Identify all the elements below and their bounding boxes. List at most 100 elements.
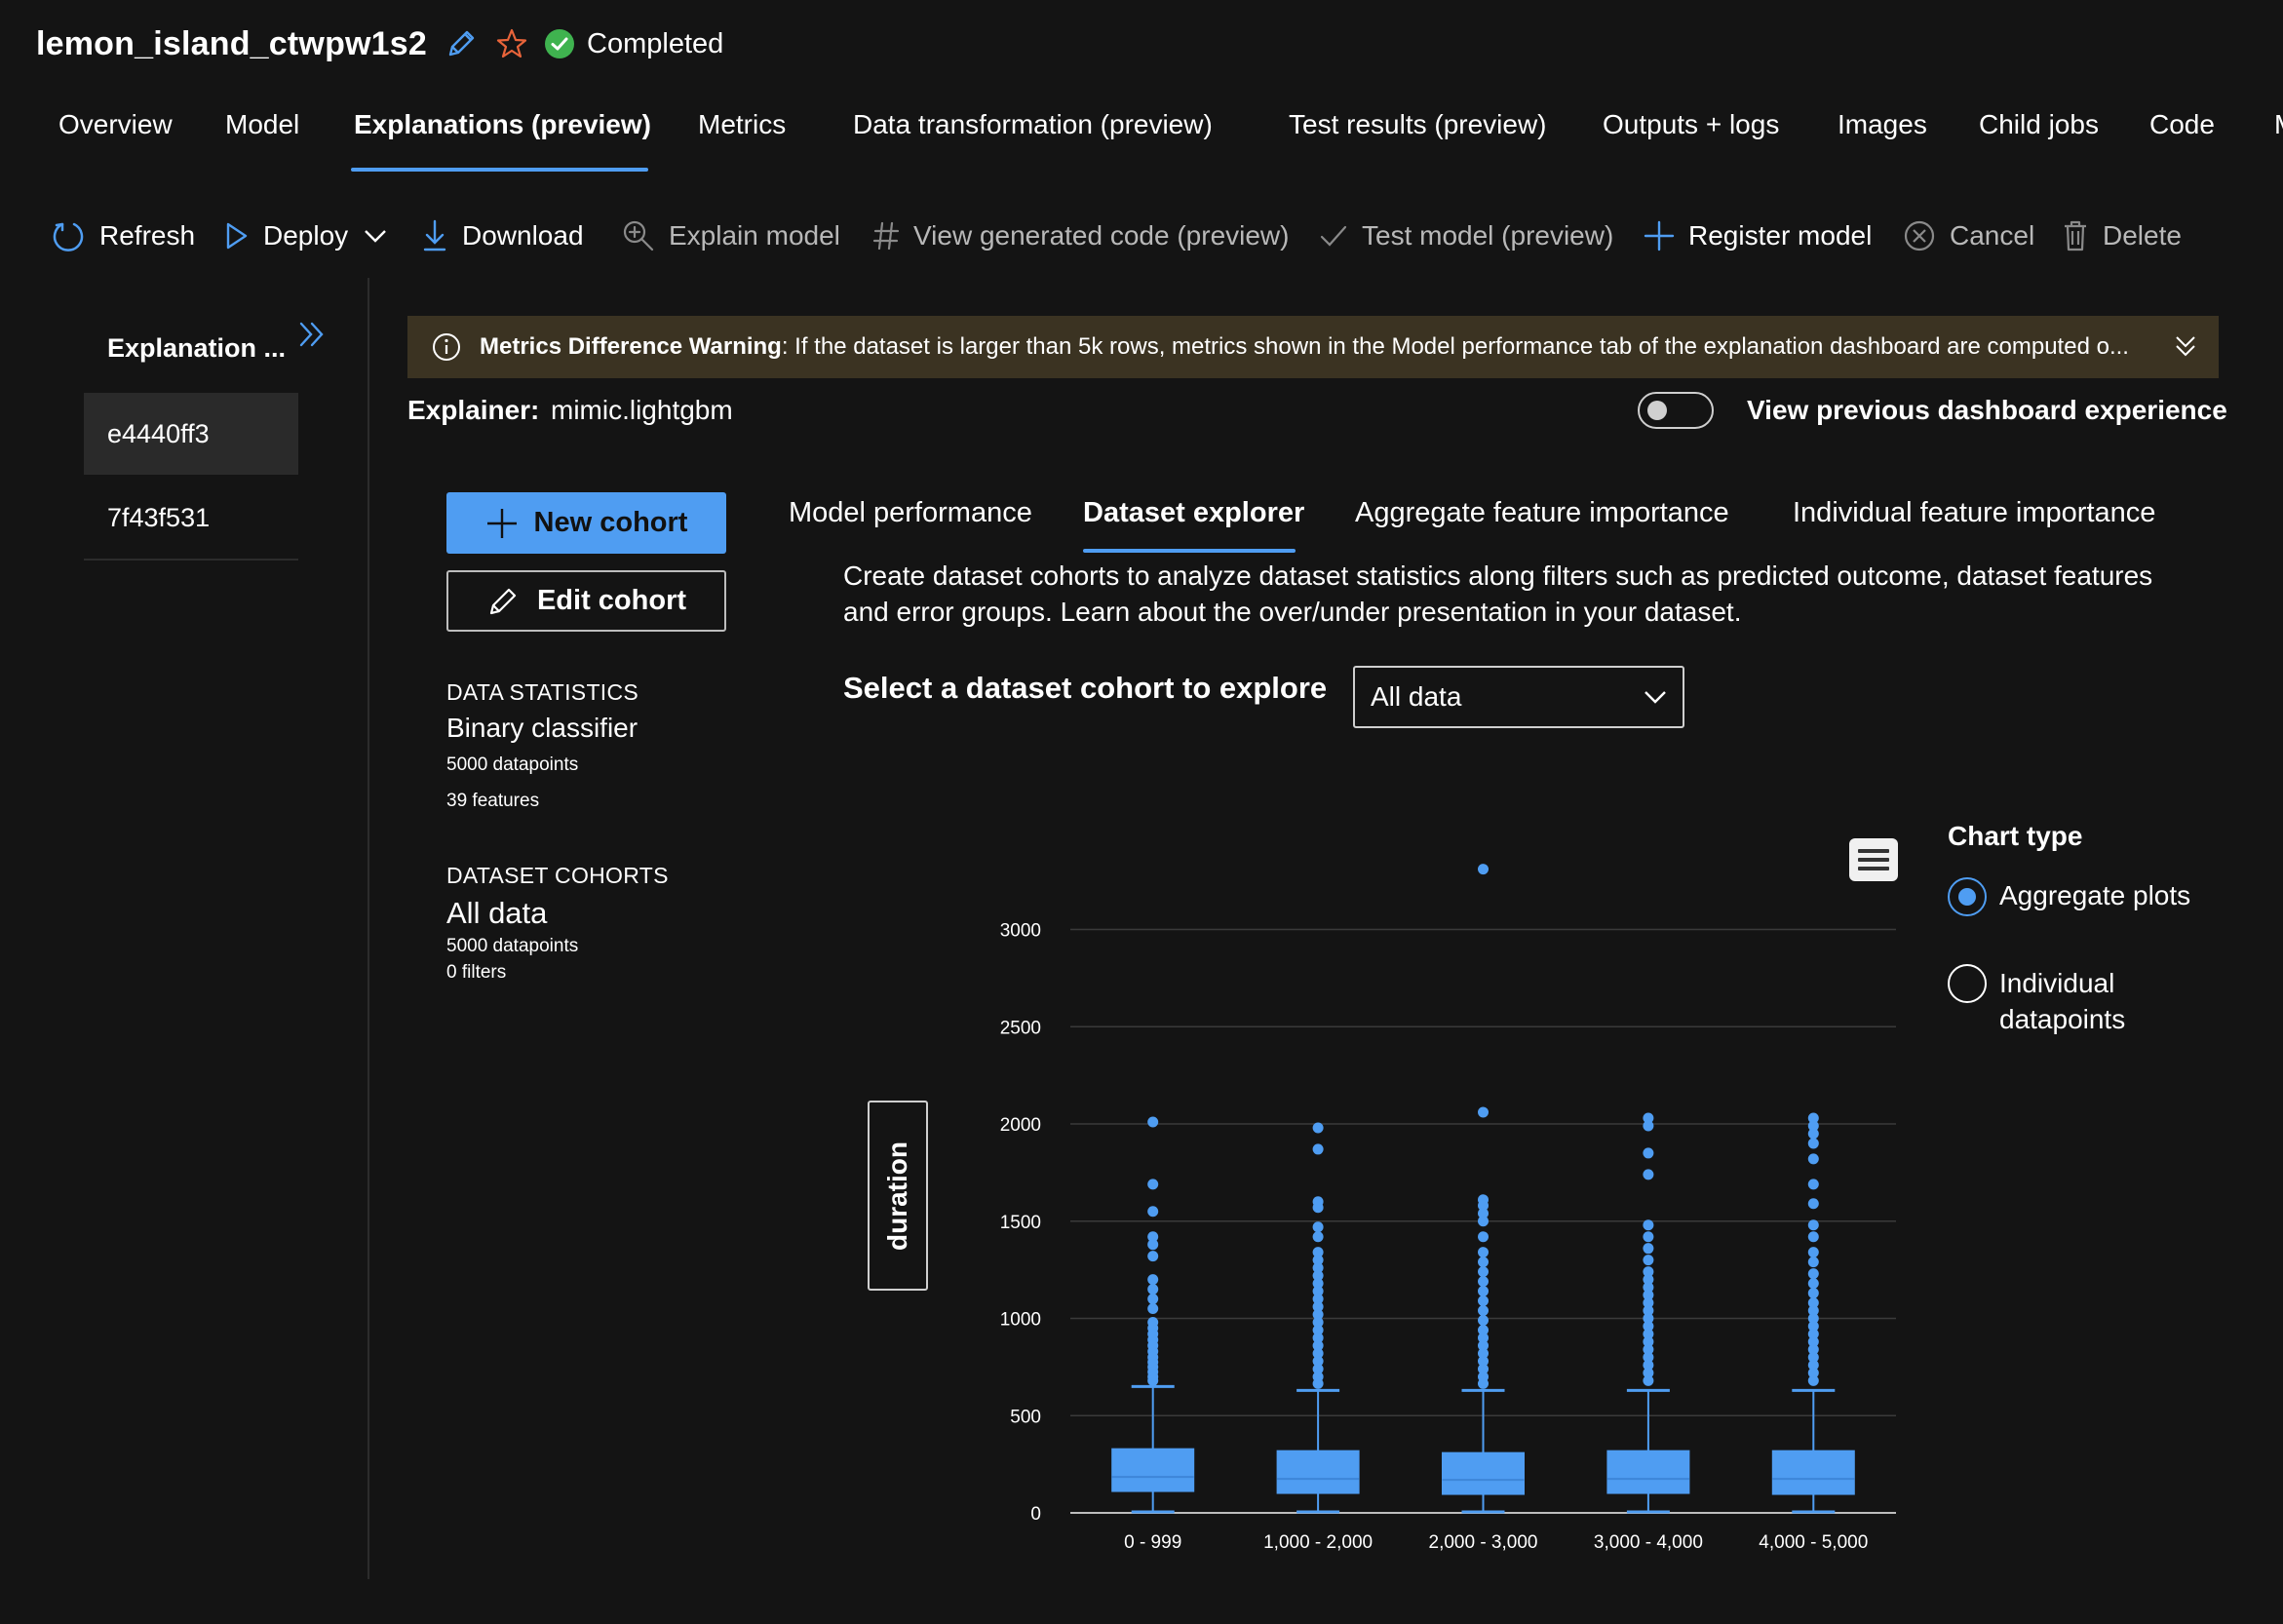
tab-overview[interactable]: Overview	[58, 109, 173, 140]
tab-data-transformation[interactable]: Data transformation (preview)	[853, 109, 1213, 140]
download-label: Download	[462, 220, 584, 251]
tab-model-performance[interactable]: Model performance	[789, 497, 1032, 529]
cohort-dropdown[interactable]: All data	[1353, 666, 1684, 728]
play-icon	[222, 220, 250, 251]
outlier-point	[1643, 1231, 1654, 1243]
active-inner-tab-indicator	[1083, 549, 1296, 553]
view-generated-code-button[interactable]: View generated code (preview)	[872, 214, 1289, 257]
hamburger-menu-icon	[1858, 849, 1889, 853]
chart-menu-button[interactable]	[1849, 838, 1898, 881]
tab-model[interactable]: Model	[225, 109, 299, 140]
outlier-point	[1478, 1266, 1489, 1278]
plus-icon	[485, 507, 519, 540]
outlier-point	[1478, 1295, 1489, 1307]
data-statistics-heading: DATA STATISTICS	[446, 679, 639, 705]
checkmark-icon	[1319, 221, 1348, 251]
outlier-point	[1147, 1239, 1159, 1251]
hashtag-icon	[872, 220, 900, 251]
chevron-down-icon	[1642, 687, 1669, 707]
info-icon	[431, 331, 462, 363]
outlier-point	[1478, 1305, 1489, 1317]
outlier-point	[1807, 1128, 1819, 1140]
expand-warning-icon[interactable]	[2172, 333, 2199, 361]
collapse-panel-icon[interactable]	[296, 318, 329, 351]
edit-cohort-button[interactable]: Edit cohort	[446, 570, 726, 632]
test-model-label: Test model (preview)	[1362, 220, 1614, 251]
outlier-point	[1147, 1116, 1159, 1128]
cohort-datapoints: 5000 datapoints	[446, 936, 579, 956]
tab-outputs-logs[interactable]: Outputs + logs	[1603, 109, 1779, 140]
star-icon[interactable]	[495, 27, 528, 60]
tab-explanations[interactable]: Explanations (preview)	[354, 109, 651, 140]
feature-count: 39 features	[446, 791, 540, 811]
box-rect	[1771, 1450, 1855, 1495]
duration-box-plot: 0 500 1000 1500 2000 2500 3000 0 - 999 1,000 - 2…	[1000, 864, 1896, 1553]
aggregate-plots-radio[interactable]	[1948, 877, 1987, 916]
test-model-button[interactable]: Test model (preview)	[1319, 214, 1613, 257]
outlier-point	[1147, 1274, 1159, 1286]
outlier-point	[1478, 1106, 1489, 1118]
tab-code[interactable]: Code	[2149, 109, 2215, 140]
outlier-point	[1643, 1255, 1654, 1266]
y-tick-label: 2000	[1000, 1115, 1041, 1136]
tab-overflow[interactable]: M	[2274, 109, 2283, 140]
cancel-circle-icon	[1903, 219, 1936, 252]
outlier-point	[1147, 1206, 1159, 1218]
download-button[interactable]: Download	[421, 214, 584, 257]
cohort-name: All data	[446, 896, 548, 930]
tab-metrics[interactable]: Metrics	[698, 109, 786, 140]
edit-pencil-icon[interactable]	[445, 27, 478, 60]
deploy-button[interactable]: Deploy	[222, 214, 389, 257]
box-rect	[1606, 1450, 1690, 1494]
deploy-label: Deploy	[263, 220, 349, 251]
individual-datapoints-radio[interactable]	[1948, 964, 1987, 1003]
tab-test-results[interactable]: Test results (preview)	[1289, 109, 1547, 140]
chevron-down-icon	[362, 226, 389, 246]
outlier-point	[1147, 1374, 1159, 1386]
y-tick-label: 1000	[1000, 1310, 1041, 1331]
outlier-point	[1312, 1231, 1324, 1243]
outlier-point	[1807, 1278, 1819, 1290]
cohort-filters: 0 filters	[446, 962, 507, 983]
metrics-warning-banner: Metrics Difference Warning: If the datas…	[407, 316, 2219, 378]
refresh-button[interactable]: Refresh	[51, 214, 195, 257]
tab-aggregate-feature-importance[interactable]: Aggregate feature importance	[1355, 497, 1729, 529]
zoom-in-icon	[622, 219, 655, 252]
active-tab-indicator	[351, 168, 648, 172]
tab-child-jobs[interactable]: Child jobs	[1979, 109, 2099, 140]
checkmark-circle-icon	[545, 29, 575, 58]
status-badge: Completed	[544, 28, 723, 60]
outlier-point	[1807, 1231, 1819, 1243]
job-title: lemon_island_ctwpw1s2	[36, 24, 428, 62]
dataset-explorer-description: Create dataset cohorts to analyze datase…	[843, 561, 2153, 627]
individual-datapoints-label[interactable]: Individual datapoints	[1999, 965, 2194, 1037]
aggregate-plots-label[interactable]: Aggregate plots	[1999, 877, 2194, 913]
outlier-point	[1478, 1216, 1489, 1227]
cohort-dropdown-value: All data	[1371, 681, 1462, 712]
classifier-type: Binary classifier	[446, 713, 638, 743]
explain-model-button[interactable]: Explain model	[622, 214, 840, 257]
outlier-point	[1478, 1257, 1489, 1268]
box-rect	[1111, 1448, 1195, 1492]
y-tick-label: 3000	[1000, 921, 1041, 942]
outlier-point	[1312, 1221, 1324, 1233]
explanation-item-e4440ff3[interactable]: e4440ff3	[84, 393, 298, 475]
refresh-icon	[51, 218, 86, 253]
download-icon	[421, 218, 448, 253]
cancel-button[interactable]: Cancel	[1903, 214, 2034, 257]
explanation-item-label: 7f43f531	[107, 502, 211, 532]
explanation-item-7f43f531[interactable]: 7f43f531	[84, 477, 298, 559]
warning-title: Metrics Difference Warning	[480, 333, 782, 360]
new-cohort-button[interactable]: New cohort	[446, 492, 726, 554]
trash-icon	[2062, 219, 2089, 252]
previous-dashboard-toggle[interactable]	[1638, 392, 1714, 429]
datapoint-count: 5000 datapoints	[446, 754, 579, 775]
y-axis-selector-button[interactable]: duration	[868, 1101, 928, 1291]
delete-button[interactable]: Delete	[2062, 214, 2182, 257]
tab-images[interactable]: Images	[1838, 109, 1927, 140]
tab-individual-feature-importance[interactable]: Individual feature importance	[1793, 497, 2155, 529]
box-rect	[1442, 1451, 1525, 1495]
explainer-value: mimic.lightgbm	[551, 395, 733, 425]
register-model-button[interactable]: Register model	[1644, 214, 1872, 257]
tab-dataset-explorer[interactable]: Dataset explorer	[1083, 497, 1304, 529]
